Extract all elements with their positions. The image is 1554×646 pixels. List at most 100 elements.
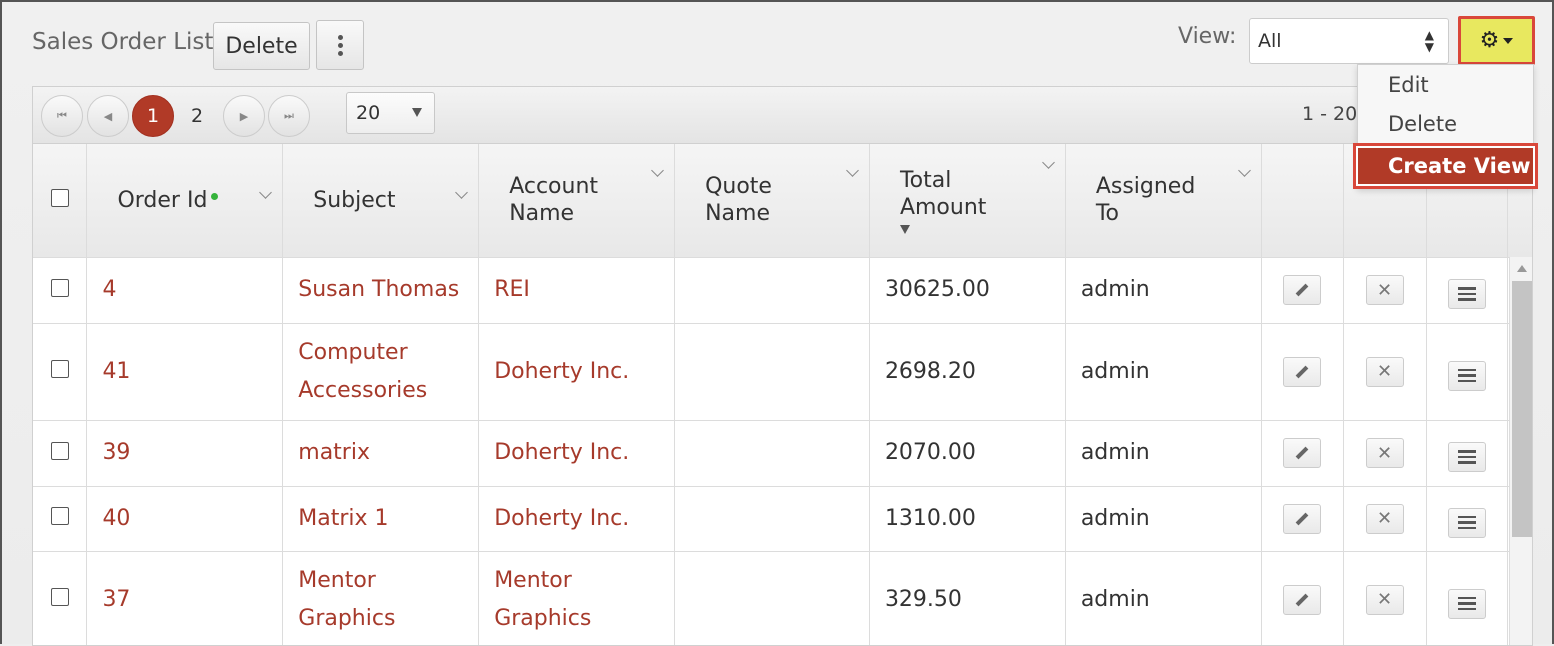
row-menu-button[interactable] <box>1448 360 1487 391</box>
page-2-link[interactable]: 2 <box>191 105 203 127</box>
last-page-button[interactable]: ⏭ <box>268 95 310 137</box>
table-row[interactable]: 39 matrix Doherty Inc. 2070.00 admin ✕ <box>33 420 1532 487</box>
row-checkbox[interactable] <box>50 360 69 378</box>
account-link[interactable]: REI <box>479 271 674 309</box>
page-1-button[interactable]: 1 <box>132 95 174 137</box>
account-link[interactable]: Mentor Graphics <box>479 562 609 638</box>
subject-link[interactable]: Susan Thomas <box>283 271 478 309</box>
subject-link[interactable]: Matrix 1 <box>283 500 478 538</box>
row-checkbox[interactable] <box>50 588 69 606</box>
chevron-down-icon[interactable] <box>846 164 859 177</box>
column-header-total-amount[interactable]: Total Amount <box>869 144 1066 258</box>
column-header-edit <box>1261 144 1344 258</box>
menu-item-delete[interactable]: Delete <box>1388 112 1457 136</box>
table-row[interactable]: 40 Matrix 1 Doherty Inc. 1310.00 admin ✕ <box>33 486 1532 552</box>
settings-gear-button[interactable]: ⚙ <box>1458 16 1535 65</box>
sales-order-table: Order Id Subject Account Name Quote Name… <box>33 144 1532 645</box>
delete-cell: ✕ <box>1343 420 1427 487</box>
total-cell: 329.50 <box>869 551 1066 645</box>
delete-row-button[interactable]: ✕ <box>1365 275 1404 305</box>
page-size-value: 20 <box>356 102 381 124</box>
account-cell: Mentor Graphics <box>478 551 676 645</box>
assigned-cell: admin <box>1065 551 1262 645</box>
edit-button[interactable] <box>1283 503 1322 534</box>
row-checkbox-cell <box>33 420 88 487</box>
menu-cell <box>1426 420 1509 487</box>
app-frame: Sales Order List Delete View: All ▲ ▼ ⚙ E… <box>0 0 1554 646</box>
account-link[interactable]: Doherty Inc. <box>479 434 674 472</box>
subject-link[interactable]: Mentor Graphics <box>283 562 413 638</box>
hamburger-icon <box>1458 287 1477 301</box>
order-id-link[interactable]: 41 <box>87 353 282 391</box>
edit-button[interactable] <box>1283 584 1322 615</box>
first-page-button[interactable]: ⏮ <box>41 95 83 137</box>
subject-link[interactable]: Computer Accessories <box>283 334 433 410</box>
scrollbar-thumb[interactable] <box>1512 281 1532 537</box>
column-header-subject[interactable]: Subject <box>282 144 480 258</box>
record-range: 1 - 20 <box>1302 103 1358 125</box>
edit-button[interactable] <box>1283 438 1322 468</box>
page-size-select[interactable]: 20 <box>346 92 435 134</box>
total-cell: 2698.20 <box>869 323 1066 421</box>
row-menu-button[interactable] <box>1448 279 1487 310</box>
settings-dropdown-menu: Edit Delete Create View <box>1353 64 1538 189</box>
column-header-account-name[interactable]: Account Name <box>478 144 676 258</box>
menu-cell <box>1426 257 1509 324</box>
vertical-scrollbar[interactable] <box>1509 257 1532 645</box>
delete-button[interactable]: Delete <box>213 22 310 70</box>
more-actions-button[interactable] <box>316 20 364 70</box>
edit-cell <box>1261 486 1344 552</box>
row-checkbox[interactable] <box>50 441 69 460</box>
edit-button[interactable] <box>1283 356 1322 387</box>
scroll-up-icon[interactable] <box>1517 265 1527 272</box>
subject-cell: Mentor Graphics <box>282 551 480 645</box>
quote-cell <box>674 257 870 324</box>
prev-page-button[interactable]: ◀ <box>87 95 129 137</box>
menu-item-edit[interactable]: Edit <box>1388 73 1429 97</box>
account-cell: Doherty Inc. <box>478 486 676 552</box>
chevron-down-icon[interactable] <box>1237 164 1251 177</box>
delete-row-button[interactable]: ✕ <box>1365 584 1404 615</box>
row-checkbox[interactable] <box>50 507 69 525</box>
next-page-button[interactable]: ▶ <box>223 95 265 137</box>
subject-link[interactable]: matrix <box>283 434 478 472</box>
row-menu-button[interactable] <box>1448 442 1487 473</box>
table-row[interactable]: 4 Susan Thomas REI 30625.00 admin ✕ <box>33 257 1532 324</box>
table-row[interactable]: 37 Mentor Graphics Mentor Graphics 329.5… <box>33 551 1532 645</box>
column-header-order-id[interactable]: Order Id <box>86 144 284 258</box>
view-select-value: All <box>1258 30 1282 52</box>
order-id-link[interactable]: 39 <box>87 434 282 472</box>
subject-cell: Matrix 1 <box>282 486 480 552</box>
row-checkbox[interactable] <box>50 278 69 297</box>
account-link[interactable]: Doherty Inc. <box>479 353 674 391</box>
assigned-cell: admin <box>1065 323 1262 421</box>
pencil-icon <box>1295 365 1309 379</box>
sales-order-table-container: ⏮ ◀ 1 2 ▶ ⏭ 20 1 - 20 Order Id Subject A… <box>32 86 1533 646</box>
delete-row-button[interactable]: ✕ <box>1365 356 1404 387</box>
order-id-link[interactable]: 40 <box>87 500 282 538</box>
close-icon: ✕ <box>1377 361 1393 382</box>
row-menu-button[interactable] <box>1448 588 1487 619</box>
chevron-down-icon[interactable] <box>651 164 664 177</box>
delete-cell: ✕ <box>1343 486 1427 552</box>
row-menu-button[interactable] <box>1448 507 1487 538</box>
column-header-assigned-to[interactable]: Assigned To <box>1065 144 1262 258</box>
order-id-link[interactable]: 4 <box>87 271 282 309</box>
account-link[interactable]: Doherty Inc. <box>479 500 674 538</box>
delete-row-button[interactable]: ✕ <box>1365 438 1404 468</box>
pencil-icon <box>1295 593 1309 607</box>
column-header-quote-name[interactable]: Quote Name <box>674 144 870 258</box>
delete-cell: ✕ <box>1343 257 1427 324</box>
select-all-header <box>33 144 88 258</box>
delete-row-button[interactable]: ✕ <box>1365 503 1404 534</box>
edit-button[interactable] <box>1283 275 1322 305</box>
menu-item-create-view[interactable]: Create View <box>1353 143 1538 189</box>
order-id-link[interactable]: 37 <box>87 581 282 619</box>
select-all-checkbox[interactable] <box>50 188 69 207</box>
menu-cell <box>1426 323 1509 421</box>
view-select[interactable]: All ▲ ▼ <box>1249 18 1449 64</box>
assigned-cell: admin <box>1065 486 1262 552</box>
table-row[interactable]: 41 Computer Accessories Doherty Inc. 269… <box>33 323 1532 421</box>
account-cell: Doherty Inc. <box>478 323 676 421</box>
chevron-down-icon[interactable] <box>1041 156 1055 169</box>
